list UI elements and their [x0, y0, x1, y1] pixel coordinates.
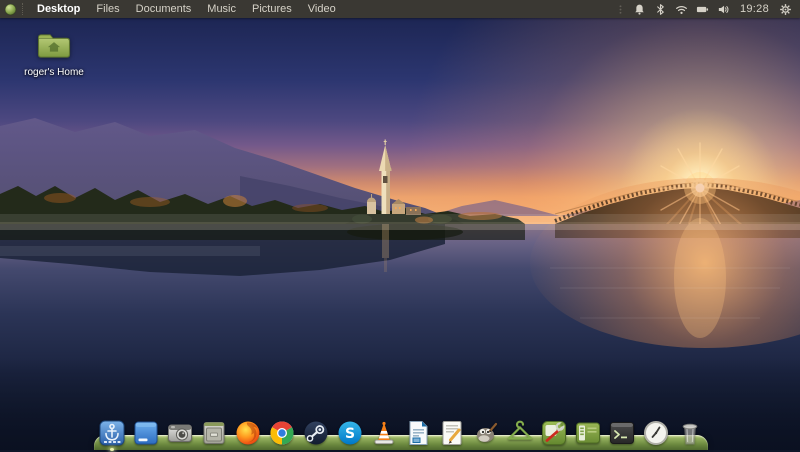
dock-appearance[interactable] [506, 419, 534, 447]
indicator-battery[interactable] [692, 2, 713, 17]
indicator-volume[interactable] [713, 2, 734, 17]
dock-clock-app[interactable] [642, 419, 670, 447]
menubar: DesktopFilesDocumentsMusicPicturesVideo [29, 0, 344, 18]
menu-video[interactable]: Video [300, 0, 344, 18]
dock-firefox[interactable] [234, 419, 262, 447]
dock-desktop-settings[interactable] [132, 419, 160, 447]
dock-plank-dock[interactable] [98, 419, 126, 447]
menu-files[interactable]: Files [88, 0, 127, 18]
dock-gimp[interactable] [472, 419, 500, 447]
menu-documents[interactable]: Documents [128, 0, 200, 18]
dock-chrome[interactable] [268, 419, 296, 447]
dock-file-manager[interactable] [200, 419, 228, 447]
dock-control-center[interactable] [540, 419, 568, 447]
indicators-slot [612, 2, 734, 17]
indicator-bluetooth[interactable] [650, 2, 671, 17]
dock-trash[interactable] [676, 419, 704, 447]
session-slot [775, 2, 796, 17]
panel-clock[interactable]: 19:28 [734, 3, 775, 15]
panel-separator [22, 3, 23, 15]
dock-text-editor[interactable] [438, 419, 466, 447]
dock-camera-app[interactable] [166, 419, 194, 447]
dock-libreoffice-writer[interactable] [404, 419, 432, 447]
desktop-icon-home[interactable]: roger's Home [16, 30, 92, 78]
dock-skype[interactable]: S [336, 419, 364, 447]
indicator-area: 19:28 [612, 2, 800, 17]
dock: S [94, 402, 708, 450]
svg-text:S: S [345, 426, 355, 442]
top-panel: DesktopFilesDocumentsMusicPicturesVideo … [0, 0, 800, 18]
indicator-messages-dots[interactable] [612, 2, 629, 17]
indicator-session-menu[interactable] [775, 2, 796, 17]
dock-terminal[interactable] [608, 419, 636, 447]
menu-pictures[interactable]: Pictures [244, 0, 300, 18]
dock-items: S [98, 419, 704, 447]
dock-steam[interactable] [302, 419, 330, 447]
distro-logo-icon[interactable] [4, 3, 17, 16]
dock-software-center[interactable] [574, 419, 602, 447]
dock-vlc[interactable] [370, 419, 398, 447]
menu-music[interactable]: Music [199, 0, 244, 18]
wallpaper [0, 18, 800, 450]
home-folder-icon [35, 30, 73, 66]
desktop-icon-label: roger's Home [24, 67, 84, 78]
indicator-network-wifi[interactable] [671, 2, 692, 17]
menu-desktop[interactable]: Desktop [29, 0, 88, 18]
indicator-notifications-bell[interactable] [629, 2, 650, 17]
